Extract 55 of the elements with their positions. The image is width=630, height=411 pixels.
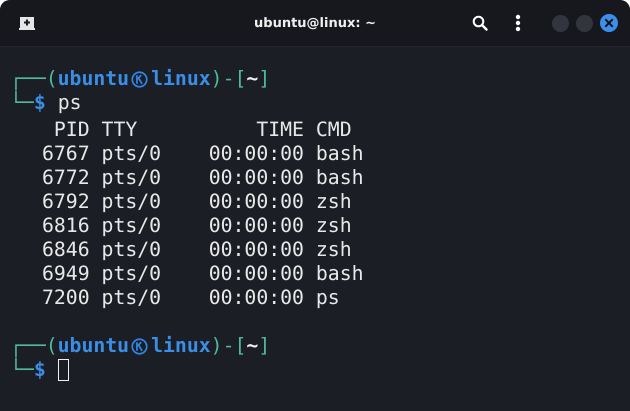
output-cell: 00:00:00 bbox=[208, 262, 304, 286]
column-header: PID bbox=[54, 118, 90, 142]
prompt-frame: ┌──( bbox=[10, 334, 58, 358]
output-cell: 00:00:00 bbox=[208, 238, 304, 262]
output-cell: bash bbox=[316, 262, 364, 286]
prompt-symbol: $ bbox=[34, 358, 46, 382]
prompt-host: linux bbox=[151, 334, 211, 358]
output-cell: pts/0 bbox=[102, 190, 162, 214]
prompt-frame: └─ bbox=[10, 358, 34, 382]
output-cell: ps bbox=[316, 286, 340, 310]
prompt-frame: ] bbox=[258, 334, 270, 358]
output-cell: zsh bbox=[316, 238, 352, 262]
menu-icon[interactable] bbox=[515, 14, 521, 32]
output-cell: 6949 bbox=[42, 262, 90, 286]
command-text: ps bbox=[58, 91, 82, 115]
column-header: TTY bbox=[102, 118, 138, 142]
prompt-host: linux bbox=[151, 67, 211, 91]
window-title: ubuntu@linux: ~ bbox=[254, 16, 376, 30]
prompt-path: ~ bbox=[246, 67, 258, 91]
prompt-symbol: $ bbox=[34, 91, 46, 115]
output-cell: pts/0 bbox=[102, 142, 162, 166]
prompt-path: ~ bbox=[246, 334, 258, 358]
prompt-frame: )-[ bbox=[210, 67, 246, 91]
prompt-frame: └─ bbox=[10, 91, 34, 115]
output-cell: 00:00:00 bbox=[208, 190, 304, 214]
new-tab-icon[interactable] bbox=[19, 16, 35, 30]
close-icon[interactable] bbox=[600, 14, 618, 32]
output-cell: 7200 bbox=[42, 286, 90, 310]
output-cell: zsh bbox=[316, 190, 352, 214]
output-cell: 00:00:00 bbox=[208, 142, 304, 166]
output-cell: 6846 bbox=[42, 238, 90, 262]
output-cell: bash bbox=[316, 166, 364, 190]
prompt-user: ubuntu bbox=[58, 67, 130, 91]
text-cursor bbox=[58, 359, 69, 381]
column-header: CMD bbox=[316, 118, 352, 142]
prompt-frame: )-[ bbox=[210, 334, 246, 358]
output-cell: pts/0 bbox=[102, 214, 162, 238]
prompt-frame: ┌──( bbox=[10, 67, 58, 91]
column-header: TIME bbox=[256, 118, 304, 142]
output-cell: 6767 bbox=[42, 142, 90, 166]
output-cell: bash bbox=[316, 142, 364, 166]
output-cell: pts/0 bbox=[102, 262, 162, 286]
output-cell: zsh bbox=[316, 214, 352, 238]
output-cell: pts/0 bbox=[102, 166, 162, 190]
output-cell: pts/0 bbox=[102, 238, 162, 262]
output-cell: 6772 bbox=[42, 166, 90, 190]
prompt-frame: ] bbox=[258, 67, 270, 91]
output-cell: 00:00:00 bbox=[208, 286, 304, 310]
search-icon[interactable] bbox=[472, 15, 488, 31]
output-cell: 6816 bbox=[42, 214, 90, 238]
output-cell: 6792 bbox=[42, 190, 90, 214]
prompt-user: ubuntu bbox=[58, 334, 130, 358]
output-cell: 00:00:00 bbox=[208, 214, 304, 238]
output-cell: pts/0 bbox=[102, 286, 162, 310]
output-cell: 00:00:00 bbox=[208, 166, 304, 190]
